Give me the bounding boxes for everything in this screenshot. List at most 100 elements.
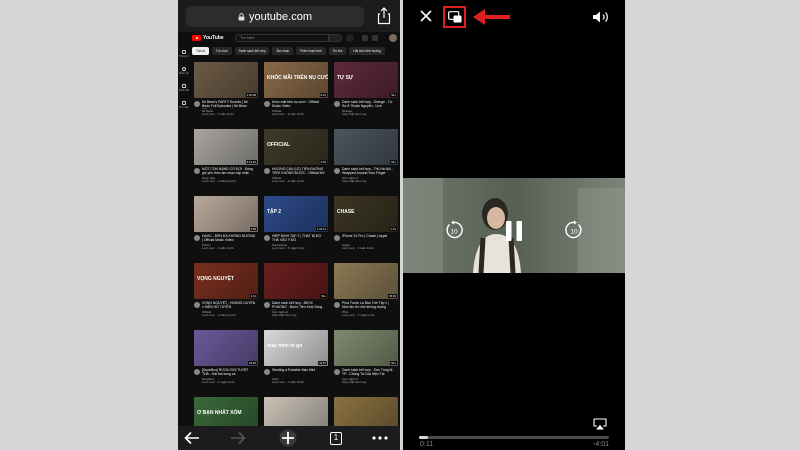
more-button[interactable] [368,428,392,448]
chip-animation[interactable]: Phim hoạt hình [296,47,326,55]
chip-mixes[interactable]: Danh sách kết hợp [234,47,270,55]
video-card[interactable]: VỌNG NGUYỆT 4:11 VỌNG NGUYỆT - HOÀNG DUYÊN… [194,263,258,325]
video-thumbnail[interactable]: OFFICIAL 4:02 [264,129,328,165]
elapsed-time: 0:11 [420,441,434,448]
video-card[interactable]: OFFICIAL 4:02 HƯƠNG CÂU (LỆ) TIỀN ĐUỜNG TR… [264,129,328,191]
channel-avatar[interactable] [264,302,270,308]
video-title[interactable]: VỌNG NGUYỆT - HOÀNG DUYÊN x HIỀN HỒ TUYỀ… [202,301,256,310]
skip-back-10-icon[interactable]: 10 [444,220,464,240]
video-thumbnail[interactable]: KHÓC MÃI TRÊN NỤ CƯỜI 6:21 [264,62,328,98]
video-title[interactable]: Mr Bean's PARTY Snacks | Mr Bean Full Ep… [202,100,256,108]
sidebar-item-explore[interactable]: Khám phá [179,67,189,81]
playback-scrubber[interactable] [419,436,609,439]
view-info: Lượt xem · 5 ngày trước [272,246,305,251]
create-icon[interactable] [362,35,368,41]
url-text: youtube.com [249,10,312,23]
video-title[interactable]: HAGC - ĐÊN ĐÁ KHÔNG ĐƯỜNG | Official Mus… [202,234,256,243]
sidebar-item-subscriptions[interactable]: Kênh đăng ký [179,84,189,98]
video-title[interactable]: Danh sách kết hợp - Orange - Tự Sự ft Th… [342,100,396,109]
airplay-icon[interactable] [593,418,607,430]
close-icon[interactable] [419,8,433,24]
video-title[interactable]: MỘT CON NĂNG CÓ ĐỢI - Đông gió yêu thức … [202,167,256,176]
video-thumbnail[interactable]: 50+ [334,330,398,366]
channel-avatar[interactable] [334,101,340,107]
video-card[interactable]: 50+ Danh sách kết hợp - Thủ Hà Nội - Wrap… [334,129,398,191]
video-card[interactable]: TỰ SỰ 50+ Danh sách kết hợp - Orange - Tự … [334,62,398,124]
video-card[interactable]: TẬP 2 1:02:11 HIỆP ĐỊNH TẬP 2 | THẬT BỊ ĐỘ… [264,196,328,258]
sidebar-item-home[interactable]: Trang chủ [179,50,189,64]
video-card[interactable]: 3:58 HAGC - ĐÊN ĐÁ KHÔNG ĐƯỜNG | Official… [194,196,258,258]
channel-avatar[interactable] [264,101,270,107]
chip-news[interactable]: Tin tức [328,47,347,55]
sidebar-item-library[interactable]: Thư viện [179,101,189,115]
video-title[interactable]: Stealing a Portable Mac Mini [272,368,326,377]
channel-avatar[interactable] [334,369,340,375]
video-card[interactable]: KHÓC MÃI TRÊN NỤ CƯỜI 6:21 Khóc mãi trên n… [264,62,328,124]
channel-avatar[interactable] [264,235,270,241]
avatar[interactable] [389,34,397,42]
video-title[interactable]: HIỆP ĐỊNH TẬP 2 | THẬT BỊ ĐỘ THẢ VÀO Ý Đ… [272,234,326,243]
new-tab-button[interactable] [276,428,300,448]
video-card[interactable]: CHASE 1:31 iPhone 14 Pro | Chase | Apple Ap… [334,196,398,258]
video-thumbnail[interactable]: 50+ [334,129,398,165]
video-thumbnail[interactable]: 50+ [264,263,328,299]
channel-avatar[interactable] [334,168,340,174]
video-title[interactable]: Danh sách kết hợp - Thủ Hà Nội - Wrapped… [342,167,396,176]
video-title[interactable]: [DuoeBus] RƯỢU ĐỔI TUYỆT THÀ - Hát bài s… [202,368,256,377]
pause-icon[interactable] [504,220,524,242]
video-thumbnail[interactable]: 1:46:28 [194,62,258,98]
video-thumbnail[interactable]: 45:02 [334,263,398,299]
picture-in-picture-button[interactable] [443,6,466,28]
channel-avatar[interactable] [194,369,200,375]
channel-avatar[interactable] [264,369,270,375]
search-input[interactable]: Tìm kiếm [235,34,329,42]
video-card[interactable]: 1:46:28 Mr Bean's PARTY Snacks | Mr Bean … [194,62,258,124]
notifications-icon[interactable] [372,35,378,41]
tabs-button[interactable]: 1 [324,428,348,448]
chip-gaming[interactable]: Trò chơi [211,47,232,55]
video-thumbnail[interactable]: 18:40 [194,330,258,366]
channel-avatar[interactable] [334,235,340,241]
url-bar[interactable]: youtube.com [186,6,364,27]
video-title[interactable]: Danh sách kết hợp - BECK PHUONG - Bước T… [272,301,326,309]
video-title[interactable]: Phía Trước Là Bầu Trời Tập 1 | Nhớ lâu t… [342,301,396,310]
video-thumbnail[interactable]: 3:58 [194,196,258,232]
video-thumbnail[interactable]: TẬP 2 1:02:11 [264,196,328,232]
video-title[interactable]: Danh sách kết hợp - Sơn Tùng M-TP - Chún… [342,368,396,377]
thumbnail-text: KHÓC MÃI TRÊN NỤ CƯỜI [267,75,328,81]
video-frame[interactable]: 10 10 [403,178,625,273]
channel-avatar[interactable] [334,302,340,308]
volume-icon[interactable] [592,10,610,24]
channel-avatar[interactable] [264,168,270,174]
channel-avatar[interactable] [194,101,200,107]
video-thumbnail[interactable]: mac mini to go 11:07 [264,330,328,366]
video-title[interactable]: Khóc mãi trên nụ cười - Official Music V… [272,100,326,109]
chip-sitcoms[interactable]: Hài kịch tình huống [349,47,385,55]
forward-button[interactable] [226,428,250,448]
video-thumbnail[interactable]: CHASE 1:31 [334,196,398,232]
duration-badge: 45:02 [388,294,397,298]
youtube-logo[interactable]: YouTube [192,35,224,41]
video-thumbnail[interactable]: VỌNG NGUYỆT 4:11 [194,263,258,299]
thumbnail-text: VỌNG NGUYỆT [197,276,234,282]
search-icon[interactable] [329,34,342,42]
video-card[interactable]: 3:14:22 MỘT CON NĂNG CÓ ĐỢI - Đông gió yê… [194,129,258,191]
video-card[interactable]: 45:02 Phía Trước Là Bầu Trời Tập 1 | Nhớ … [334,263,398,325]
share-icon[interactable] [376,7,392,25]
video-thumbnail[interactable]: TỰ SỰ 50+ [334,62,398,98]
chip-music[interactable]: Âm nhạc [272,47,294,55]
video-title[interactable]: HƯƠNG CÂU (LỆ) TIỀN ĐUỜNG TRỜI KHÔNG ĐƯỢ… [272,167,326,176]
video-card[interactable]: 50+ Danh sách kết hợp - Sơn Tùng M-TP - C… [334,330,398,392]
video-card[interactable]: 18:40 [DuoeBus] RƯỢU ĐỔI TUYỆT THÀ - Hát … [194,330,258,392]
video-card[interactable]: mac mini to go 11:07 Stealing a Portable M… [264,330,328,392]
channel-avatar[interactable] [194,302,200,308]
back-button[interactable] [180,428,204,448]
video-card[interactable]: 50+ Danh sách kết hợp - BECK PHUONG - Bướ… [264,263,328,325]
video-title[interactable]: iPhone 14 Pro | Chase | Apple [342,234,396,243]
chip-all[interactable]: Tất cả [192,47,209,55]
microphone-icon[interactable] [346,34,354,42]
channel-avatar[interactable] [194,168,200,174]
skip-forward-10-icon[interactable]: 10 [564,220,584,240]
channel-avatar[interactable] [194,235,200,241]
video-thumbnail[interactable]: 3:14:22 [194,129,258,165]
